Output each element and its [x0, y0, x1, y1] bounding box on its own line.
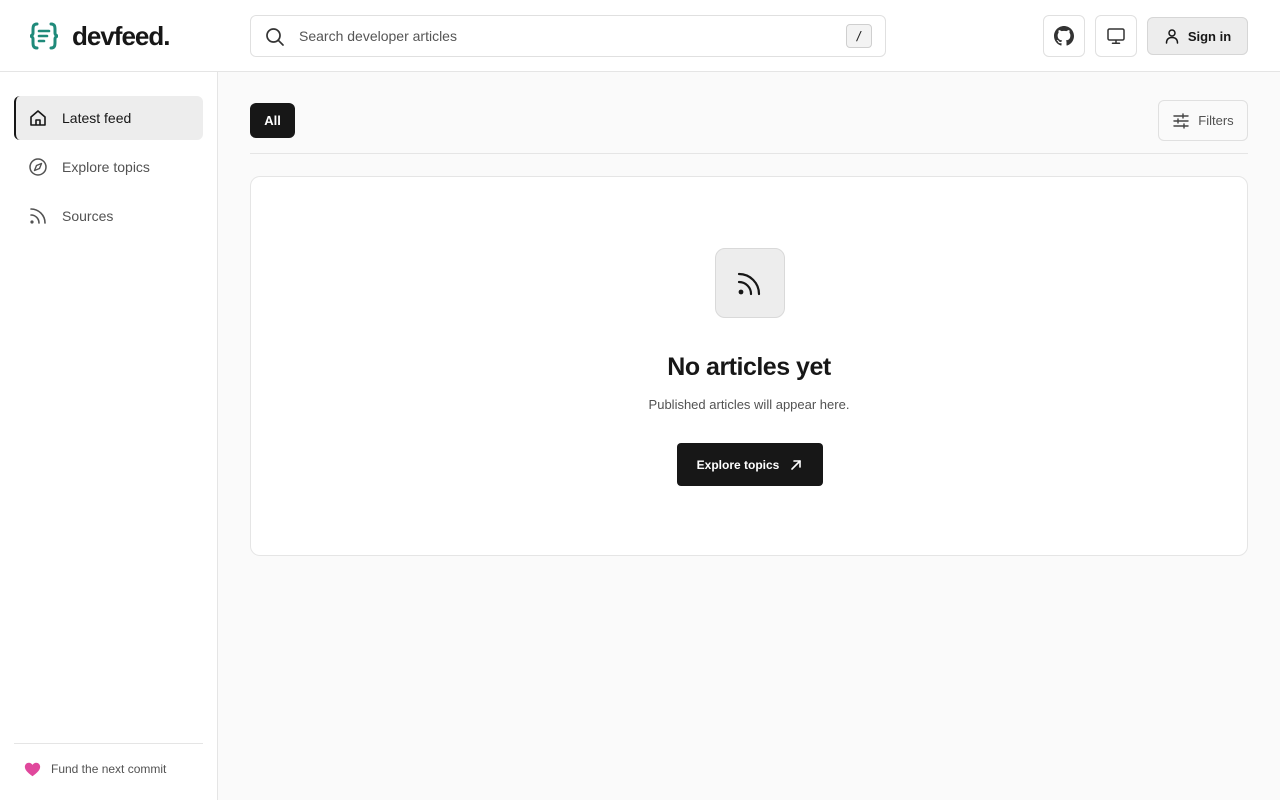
filter-pill-all[interactable]: All — [250, 103, 295, 138]
sidebar-item-latest-feed[interactable]: Latest feed — [14, 96, 203, 140]
empty-state-card: No articles yet Published articles will … — [250, 176, 1248, 556]
monitor-icon — [1107, 28, 1125, 44]
fund-label: Fund the next commit — [51, 762, 167, 776]
sliders-icon — [1173, 112, 1189, 129]
sidebar-item-label: Explore topics — [62, 159, 150, 175]
empty-state-subtitle: Published articles will appear here. — [648, 397, 850, 412]
user-icon — [1165, 29, 1179, 44]
rss-icon — [737, 272, 761, 296]
search-input[interactable] — [299, 16, 839, 56]
sidebar-divider — [14, 743, 203, 744]
brand-name: devfeed. — [72, 20, 170, 51]
top-header: devfeed. / Sign in — [0, 0, 1280, 72]
sign-in-button[interactable]: Sign in — [1147, 17, 1248, 55]
sidebar-item-label: Sources — [62, 208, 114, 224]
arrow-up-right-icon — [791, 459, 802, 470]
sidebar: Latest feed Explore topics Sources Fund … — [0, 72, 218, 800]
compass-icon — [29, 158, 47, 176]
filters-label: Filters — [1198, 113, 1234, 128]
sign-in-label: Sign in — [1187, 28, 1232, 44]
rss-icon — [30, 208, 46, 224]
empty-state-icon-box — [715, 248, 785, 318]
search-bar[interactable]: / — [250, 15, 886, 57]
empty-state-title: No articles yet — [667, 353, 831, 381]
content-divider — [250, 153, 1248, 154]
sidebar-item-label: Latest feed — [62, 110, 132, 126]
search-shortcut-key: / — [846, 24, 872, 48]
github-icon — [1054, 26, 1074, 46]
braces-logo-icon — [29, 22, 59, 50]
heart-icon — [24, 762, 41, 776]
sidebar-item-explore-topics[interactable]: Explore topics — [14, 145, 203, 189]
logo[interactable]: devfeed. — [28, 20, 170, 52]
sidebar-item-sources[interactable]: Sources — [14, 194, 203, 238]
filters-button[interactable]: Filters — [1158, 100, 1248, 141]
explore-topics-button[interactable]: Explore topics — [677, 443, 823, 486]
home-icon — [30, 110, 46, 126]
display-settings-button[interactable] — [1095, 15, 1137, 57]
explore-topics-label: Explore topics — [696, 457, 780, 472]
search-icon — [266, 28, 284, 46]
fund-link[interactable]: Fund the next commit — [24, 759, 166, 779]
github-button[interactable] — [1043, 15, 1085, 57]
